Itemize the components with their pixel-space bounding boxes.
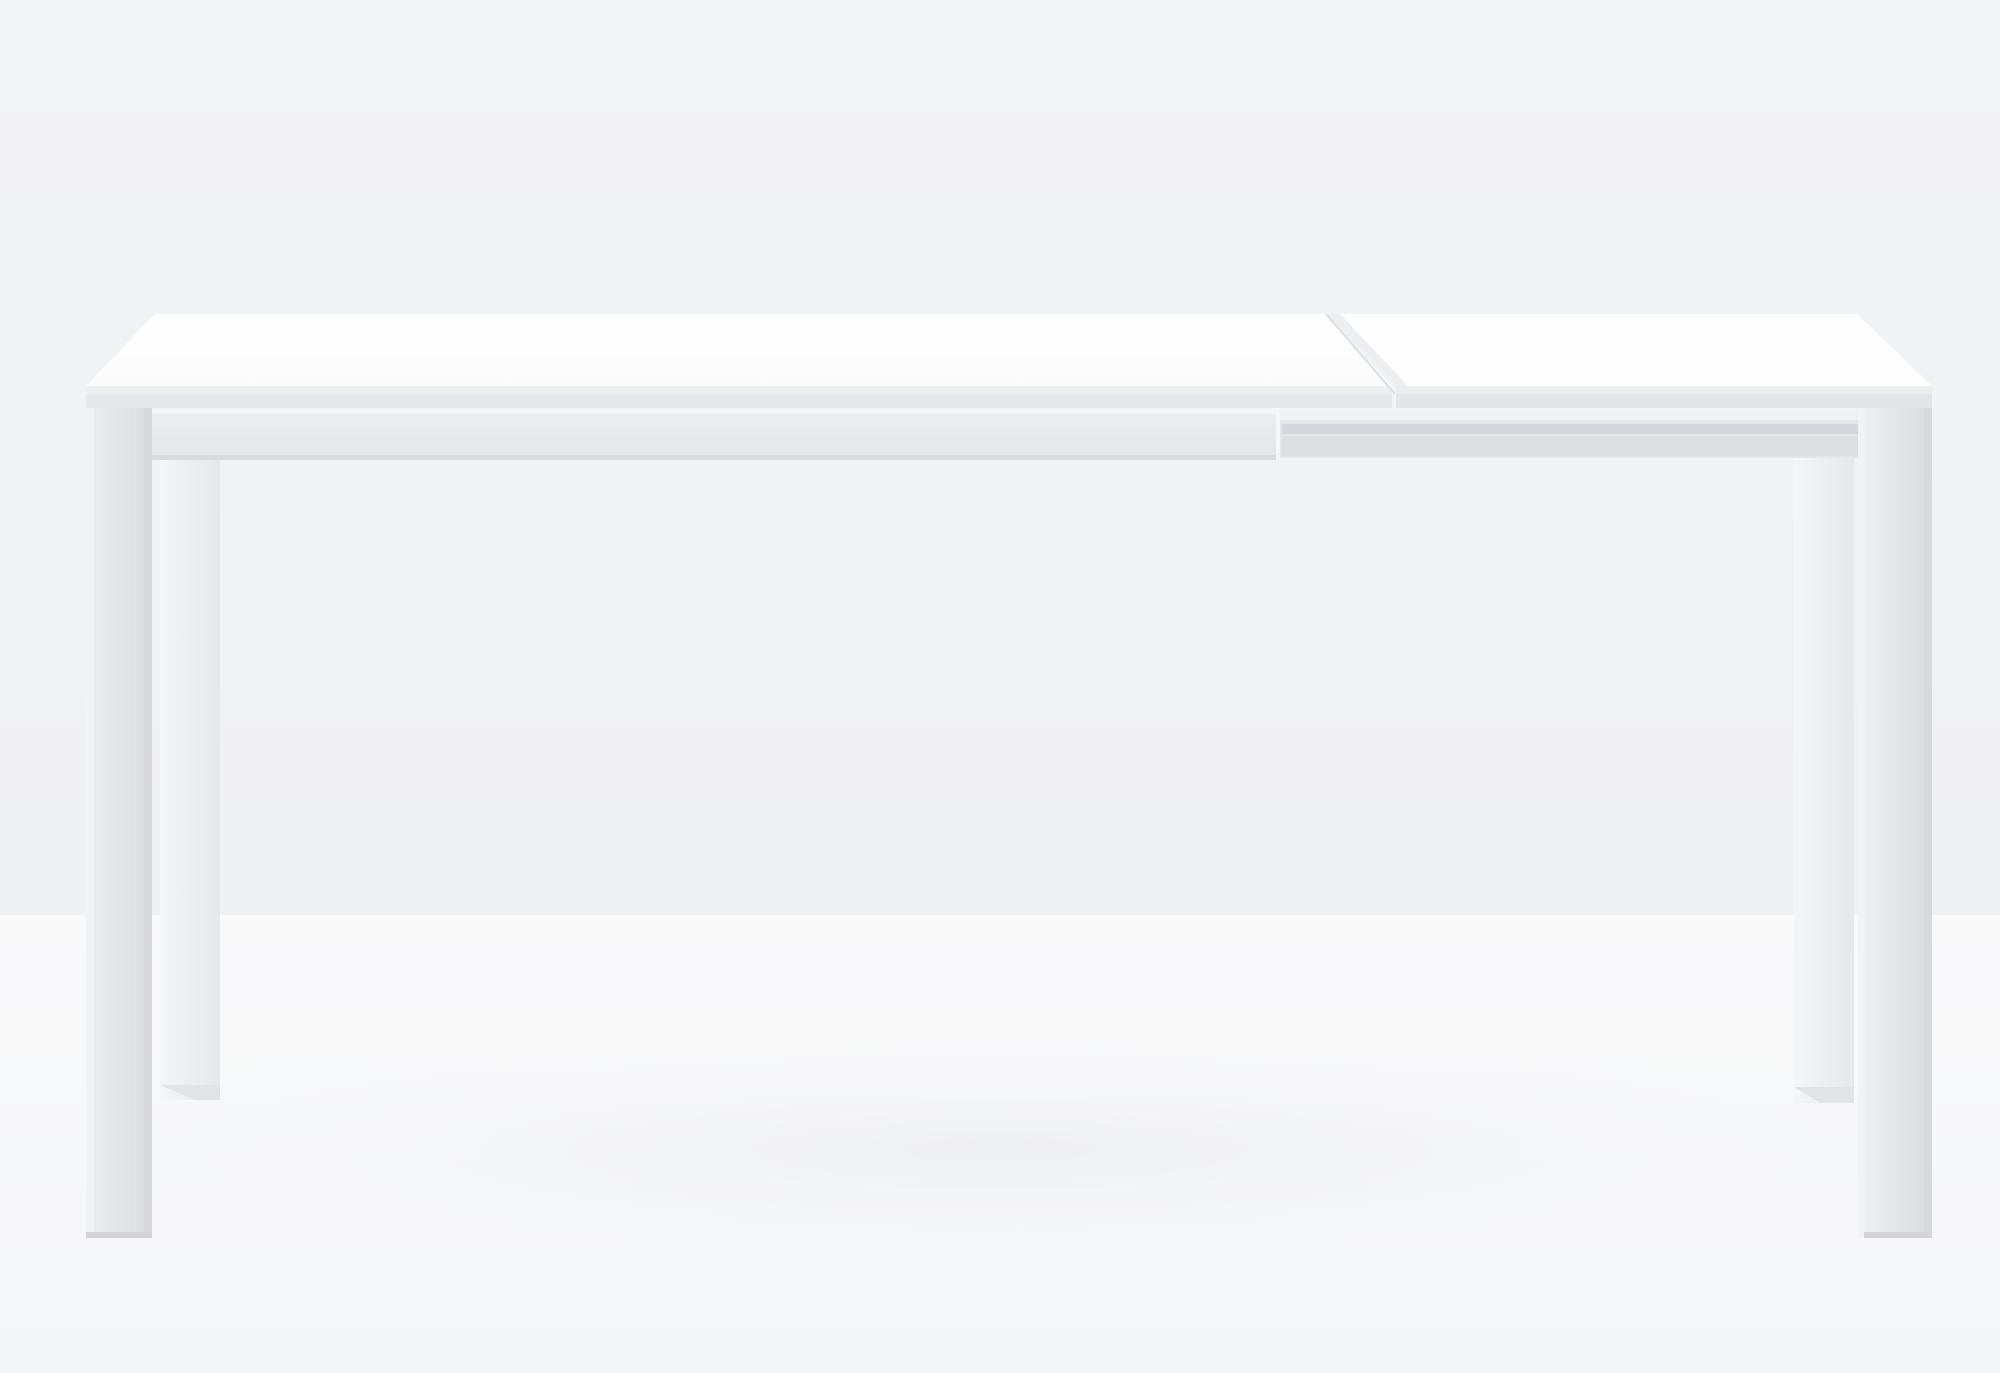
tabletop-main-edge	[86, 386, 1392, 394]
front-right-leg-highlight	[1858, 408, 1866, 1238]
product-photo	[0, 0, 2000, 1373]
front-left-leg	[86, 408, 152, 1238]
table-photo-svg	[0, 0, 2000, 1373]
extension-rail-end	[1276, 408, 1280, 460]
extension-rail-top	[1278, 410, 1858, 420]
tabletop-main-edge-shadow	[86, 394, 1392, 408]
side-apron	[152, 408, 1278, 460]
tabletop-extension-edge	[1396, 386, 1932, 394]
front-left-leg-shade	[144, 408, 152, 1238]
tabletop-extension-edge-shadow	[1396, 394, 1932, 408]
front-right-leg-foot	[1864, 1232, 1932, 1238]
side-apron-top-edge	[152, 408, 1278, 414]
front-right-leg	[1864, 408, 1932, 1238]
side-apron-bottom-edge	[152, 455, 1278, 460]
floor-shadow	[100, 1040, 1900, 1260]
extension-rail-lower	[1282, 436, 1858, 456]
extension-rail-groove	[1282, 424, 1858, 434]
front-left-leg-highlight	[86, 408, 94, 1238]
back-left-leg	[160, 455, 220, 1100]
tabletop-extension-surface	[1327, 314, 1932, 386]
tabletop-main-surface	[86, 314, 1392, 386]
back-right-leg	[1794, 455, 1854, 1103]
front-left-leg-foot	[86, 1232, 152, 1238]
front-right-leg-shade	[1924, 408, 1932, 1238]
